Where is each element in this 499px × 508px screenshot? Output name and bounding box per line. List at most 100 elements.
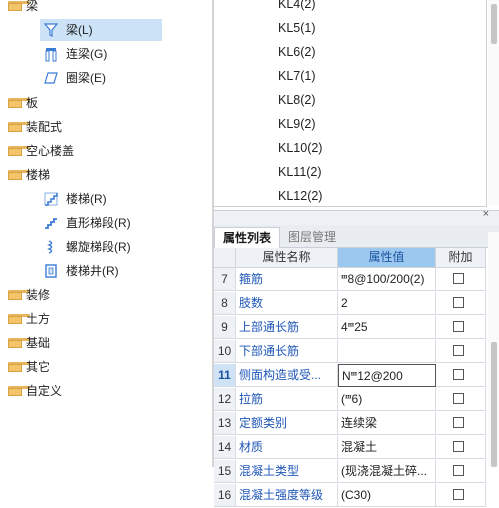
property-value[interactable]: 连续梁	[338, 412, 436, 435]
attach-cell	[436, 340, 486, 363]
stair-well-icon	[43, 263, 59, 279]
property-value[interactable]: 2	[338, 292, 436, 315]
right-pane: KL4(2) KL5(1) KL6(2) KL7(1) KL8(2) KL9(2…	[214, 0, 499, 507]
tree-folder-label: 板	[26, 96, 39, 110]
header-number	[214, 248, 236, 268]
attach-checkbox[interactable]	[453, 393, 464, 404]
row-number: 9	[214, 316, 236, 339]
attach-checkbox[interactable]	[453, 297, 464, 308]
table-row[interactable]: 12 拉筋 (ⱎ6)	[214, 388, 486, 412]
header-property-value[interactable]: 属性值	[338, 248, 436, 268]
property-value[interactable]: ⱎ8@100/200(2)	[338, 268, 436, 291]
property-name: 箍筋	[236, 268, 338, 291]
table-row[interactable]: 16 混凝土强度等级 (C30)	[214, 484, 486, 508]
property-value[interactable]	[338, 340, 436, 363]
list-item[interactable]: KL6(2)	[278, 40, 316, 64]
straight-flight-icon	[43, 215, 59, 231]
row-number: 15	[214, 460, 236, 483]
row-number: 8	[214, 292, 236, 315]
tree-folder-beam[interactable]: 梁	[4, 0, 204, 17]
list-item[interactable]: KL12(2)	[278, 184, 322, 208]
property-value[interactable]: 4ⱎ25	[338, 316, 436, 339]
list-item[interactable]: KL10(2)	[278, 136, 322, 160]
folder-icon	[8, 290, 30, 300]
property-name: 定额类别	[236, 412, 338, 435]
folder-icon	[8, 146, 30, 156]
list-item[interactable]: KL4(2)	[278, 0, 316, 16]
table-row[interactable]: 10 下部通长筋	[214, 340, 486, 364]
tab-property-list[interactable]: 属性列表	[214, 227, 281, 248]
tree-folder-label: 装修	[26, 288, 51, 302]
tab-layer-manager[interactable]: 图层管理	[280, 227, 344, 247]
property-name: 混凝土强度等级	[236, 484, 338, 507]
property-value[interactable]: (ⱎ6)	[338, 388, 436, 411]
table-row[interactable]: 7 箍筋 ⱎ8@100/200(2)	[214, 268, 486, 292]
tree-folder-label: 土方	[26, 312, 51, 326]
list-item[interactable]: KL5(1)	[278, 16, 316, 40]
folder-icon	[8, 386, 30, 396]
folder-icon	[8, 314, 30, 324]
tree-item-beam-l[interactable]: 梁(L)	[40, 19, 162, 41]
list-item[interactable]: KL11(2)	[278, 160, 322, 184]
tree-folder-label: 基础	[26, 336, 51, 350]
property-name: 侧面构造或受...	[236, 364, 338, 387]
list-item[interactable]: KL8(2)	[278, 88, 316, 112]
attach-cell	[436, 292, 486, 315]
table-row[interactable]: 8 肢数 2	[214, 292, 486, 316]
table-row[interactable]: 14 材质 混凝土	[214, 436, 486, 460]
scrollbar-thumb[interactable]	[491, 4, 497, 44]
component-tree: 梁 梁(L) 连梁(G) 圈梁(E) 板 装配式 空心楼盖 楼梯 楼梯(R) 直…	[0, 0, 212, 467]
coupling-beam-icon	[43, 46, 59, 62]
list-scrollbar[interactable]	[488, 0, 499, 206]
attach-checkbox[interactable]	[453, 345, 464, 356]
tree-folder-label: 其它	[26, 360, 51, 374]
tree-folder-label: 装配式	[26, 120, 63, 134]
tree-item-label: 连梁(G)	[66, 47, 108, 61]
close-icon[interactable]: ×	[483, 208, 489, 220]
attach-cell	[436, 460, 486, 483]
property-name: 混凝土类型	[236, 460, 338, 483]
property-value[interactable]: Nⱎ12@200	[338, 364, 436, 387]
tree-folder-label: 自定义	[26, 384, 63, 398]
attach-checkbox[interactable]	[453, 441, 464, 452]
row-number: 16	[214, 484, 236, 507]
row-number: 7	[214, 268, 236, 291]
folder-icon	[8, 362, 30, 372]
property-value[interactable]: 混凝土	[338, 436, 436, 459]
attach-checkbox[interactable]	[453, 489, 464, 500]
property-name: 肢数	[236, 292, 338, 315]
attach-cell	[436, 316, 486, 339]
grid-scrollbar[interactable]	[488, 232, 499, 467]
attach-checkbox[interactable]	[453, 417, 464, 428]
table-row[interactable]: 11 侧面构造或受... Nⱎ12@200	[214, 364, 486, 388]
attach-cell	[436, 364, 486, 387]
folder-icon	[8, 338, 30, 348]
property-value[interactable]: (C30)	[338, 484, 436, 507]
scrollbar-thumb[interactable]	[491, 342, 497, 467]
beam-filter-icon	[43, 22, 59, 38]
property-name: 拉筋	[236, 388, 338, 411]
folder-icon	[8, 170, 30, 180]
attach-cell	[436, 436, 486, 459]
row-number: 11	[214, 364, 236, 387]
attach-checkbox[interactable]	[453, 321, 464, 332]
header-property-name[interactable]: 属性名称	[236, 248, 338, 268]
table-row[interactable]: 13 定额类别 连续梁	[214, 412, 486, 436]
attach-checkbox[interactable]	[453, 273, 464, 284]
attach-checkbox[interactable]	[453, 369, 464, 380]
panel-tabs: 属性列表 图层管理	[214, 225, 499, 248]
list-item[interactable]: KL9(2)	[278, 112, 316, 136]
property-value[interactable]: (现浇混凝土碎...	[338, 460, 436, 483]
tree-item-label: 楼梯井(R)	[66, 264, 119, 278]
header-attach[interactable]: 附加	[436, 248, 486, 268]
property-name: 材质	[236, 436, 338, 459]
tree-item-label: 梁(L)	[66, 23, 93, 37]
table-row[interactable]: 9 上部通长筋 4ⱎ25	[214, 316, 486, 340]
stair-icon	[43, 191, 59, 207]
attach-cell	[436, 412, 486, 435]
folder-icon	[8, 1, 30, 11]
property-panel: × 属性列表 图层管理 属性名称 属性值 附加 7 箍筋 ⱎ8@100/200(2)…	[214, 208, 499, 507]
table-row[interactable]: 15 混凝土类型 (现浇混凝土碎...	[214, 460, 486, 484]
ring-beam-icon	[43, 70, 59, 86]
list-item[interactable]: KL7(1)	[278, 64, 316, 88]
